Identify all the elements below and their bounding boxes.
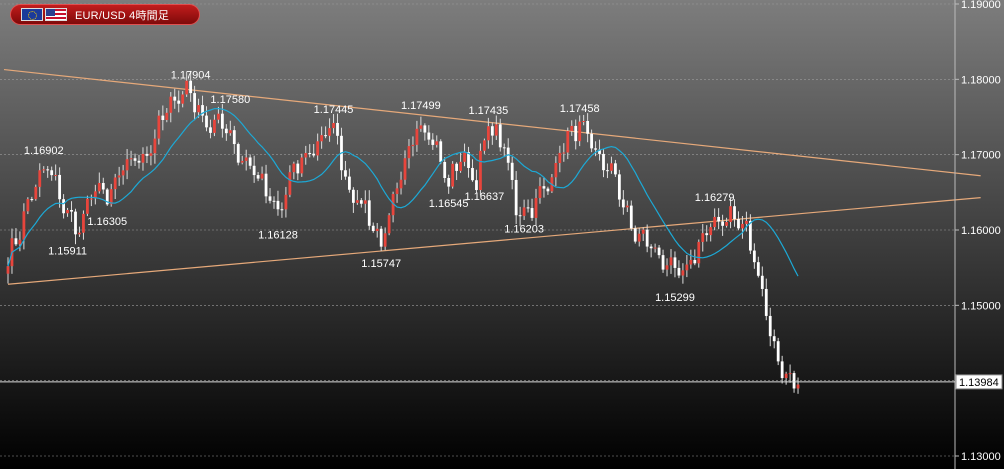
price-annotation: 1.17435 bbox=[468, 105, 508, 117]
price-annotation: 1.16902 bbox=[24, 145, 64, 157]
price-annotation: 1.16128 bbox=[258, 229, 298, 241]
candle bbox=[387, 213, 391, 236]
price-annotation: 1.17445 bbox=[314, 104, 354, 116]
candle bbox=[34, 184, 38, 201]
candle bbox=[105, 187, 109, 206]
price-annotation: 1.17458 bbox=[560, 103, 600, 115]
y-tick-label: 1.19000 bbox=[961, 0, 1001, 11]
price-annotation: 1.16203 bbox=[504, 224, 544, 236]
y-tick-label: 1.13000 bbox=[961, 451, 1001, 463]
price-annotation: 1.17580 bbox=[210, 94, 250, 106]
eu-flag-icon bbox=[21, 8, 43, 21]
price-annotation: 1.16305 bbox=[87, 216, 127, 228]
candle bbox=[236, 142, 240, 166]
y-tick-label: 1.16000 bbox=[961, 225, 1001, 237]
price-annotation: 1.15911 bbox=[48, 246, 87, 258]
price-annotation: 1.15747 bbox=[361, 258, 401, 270]
us-flag-icon bbox=[45, 8, 67, 21]
price-annotation: 1.16545 bbox=[429, 198, 469, 210]
price-annotation: 1.16637 bbox=[465, 191, 505, 203]
symbol-title: EUR/USD 4時間足 bbox=[75, 9, 170, 22]
candle bbox=[86, 195, 89, 217]
y-tick-label: 1.15000 bbox=[961, 300, 1001, 312]
y-tick-label: 1.17000 bbox=[961, 150, 1001, 162]
candle bbox=[439, 139, 443, 165]
price-chart: 1.17904 1.17580 1.17445 1.17499 1.17435 1.174… bbox=[0, 0, 1004, 469]
chart-window: 1.17904 1.17580 1.17445 1.17499 1.17435 1.174… bbox=[0, 0, 1004, 469]
price-annotation: 1.16279 bbox=[695, 192, 735, 204]
y-tick-label: 1.18000 bbox=[961, 74, 1001, 86]
price-annotation: 1.17904 bbox=[171, 70, 211, 82]
current-price-label: 1.13984 bbox=[959, 377, 999, 389]
candle bbox=[479, 143, 482, 196]
symbol-badge[interactable]: EUR/USD 4時間足 bbox=[10, 4, 200, 25]
price-annotation: 1.15299 bbox=[655, 292, 695, 304]
candle bbox=[776, 337, 780, 366]
candle bbox=[451, 161, 455, 189]
chart-background bbox=[0, 0, 1004, 469]
price-annotation: 1.17499 bbox=[401, 100, 441, 112]
